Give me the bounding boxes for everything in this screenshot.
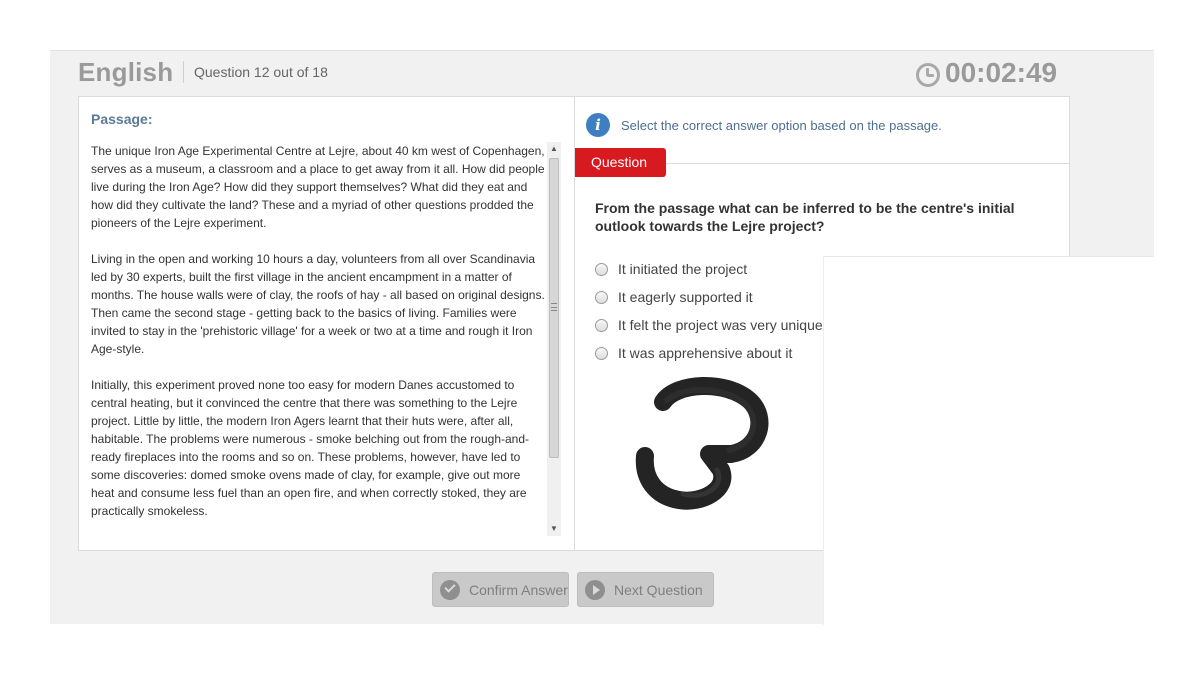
answer-options: It initiated the project It eagerly supp…	[595, 255, 823, 367]
title-divider	[183, 61, 184, 83]
passage-paragraph: Living in the open and working 10 hours …	[91, 252, 545, 356]
option-label: It eagerly supported it	[618, 289, 753, 305]
passage-heading: Passage:	[91, 111, 153, 127]
passage-paragraph: The unique Iron Age Experimental Centre …	[91, 144, 545, 230]
passage-scrollbar[interactable]: ▲ ▼	[547, 142, 561, 536]
info-icon: i	[586, 113, 610, 137]
radio-button[interactable]	[595, 346, 608, 360]
subject-title: English	[78, 57, 174, 87]
option-label: It initiated the project	[618, 261, 748, 277]
confirm-answer-label: Confirm Answer	[469, 581, 568, 598]
overlay-panel	[823, 256, 1154, 625]
answer-option-4[interactable]: It was apprehensive about it	[595, 339, 823, 367]
hand-drawn-scribble	[635, 376, 769, 510]
passage-paragraph: Initially, this experiment proved none t…	[91, 378, 530, 518]
next-question-label: Next Question	[614, 581, 703, 598]
radio-button[interactable]	[595, 262, 608, 276]
instruction-text: Select the correct answer option based o…	[621, 117, 942, 133]
answer-option-1[interactable]: It initiated the project	[595, 255, 823, 283]
radio-button[interactable]	[595, 290, 608, 304]
scroll-up-arrow-icon[interactable]: ▲	[547, 142, 561, 156]
question-tab: Question	[575, 148, 666, 177]
radio-button[interactable]	[595, 318, 608, 332]
question-counter: Question 12 out of 18	[194, 64, 328, 80]
check-circle-icon	[440, 579, 460, 600]
scroll-down-arrow-icon[interactable]: ▼	[547, 522, 561, 536]
option-label: It felt the project was very unique	[618, 317, 823, 333]
passage-scroll-area[interactable]: The unique Iron Age Experimental Centre …	[91, 142, 561, 536]
grip-icon	[551, 303, 557, 311]
question-text: From the passage what can be inferred to…	[595, 200, 1015, 234]
scrollbar-thumb[interactable]	[549, 158, 559, 458]
passage-text: The unique Iron Age Experimental Centre …	[91, 142, 545, 520]
clock-icon	[916, 63, 940, 87]
quiz-app: English Question 12 out of 18 00:02:49 P…	[50, 50, 1154, 625]
play-circle-icon	[585, 579, 605, 600]
confirm-answer-button[interactable]: Confirm Answer	[432, 572, 569, 607]
timer: 00:02:49	[916, 57, 1057, 89]
next-question-button[interactable]: Next Question	[577, 572, 714, 607]
answer-option-3[interactable]: It felt the project was very unique	[595, 311, 823, 339]
passage-pane: Passage: The unique Iron Age Experimenta…	[79, 97, 575, 550]
option-label: It was apprehensive about it	[618, 345, 793, 361]
answer-option-2[interactable]: It eagerly supported it	[595, 283, 823, 311]
timer-value: 00:02:49	[945, 57, 1058, 88]
instruction: i Select the correct answer option based…	[586, 113, 942, 137]
